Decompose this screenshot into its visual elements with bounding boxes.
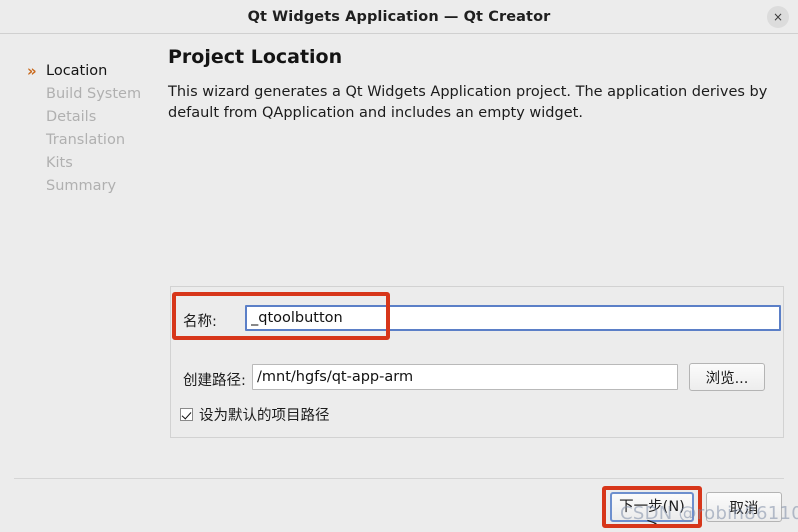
sidebar-item-kits[interactable]: Kits	[0, 152, 168, 175]
name-field-label: 名称:	[183, 314, 217, 330]
chevron-right-icon: »	[27, 62, 37, 80]
page-title: Project Location	[168, 46, 343, 68]
sidebar-item-summary[interactable]: Summary	[0, 175, 168, 198]
footer-separator	[14, 478, 784, 479]
next-button[interactable]: 下一步(N) >	[610, 492, 694, 532]
sidebar-item-label: Details	[46, 109, 97, 125]
sidebar-item-location[interactable]: » Location	[0, 60, 168, 83]
close-icon[interactable]: ×	[767, 6, 789, 28]
wizard-step-sidebar: » Location Build System Details Translat…	[0, 34, 168, 532]
default-path-checkbox-label: 设为默认的项目路径	[199, 408, 330, 424]
project-name-input[interactable]	[245, 305, 781, 331]
default-path-checkbox[interactable]	[180, 408, 193, 421]
page-description: This wizard generates a Qt Widgets Appli…	[168, 84, 768, 121]
sidebar-item-label: Kits	[46, 155, 73, 171]
sidebar-item-translation[interactable]: Translation	[0, 129, 168, 152]
sidebar-item-build-system[interactable]: Build System	[0, 83, 168, 106]
cancel-button[interactable]: 取消	[706, 492, 782, 522]
sidebar-item-label: Summary	[46, 178, 117, 194]
sidebar-item-details[interactable]: Details	[0, 106, 168, 129]
title-bar: Qt Widgets Application — Qt Creator ×	[0, 0, 798, 34]
default-path-checkbox-row[interactable]: 设为默认的项目路径	[180, 404, 330, 425]
sidebar-item-label: Location	[46, 63, 108, 79]
sidebar-item-label: Translation	[46, 132, 126, 148]
browse-button[interactable]: 浏览...	[689, 363, 765, 391]
create-path-input[interactable]	[252, 364, 678, 390]
path-field-label: 创建路径:	[183, 373, 246, 389]
sidebar-item-label: Build System	[46, 86, 142, 102]
window-title: Qt Widgets Application — Qt Creator	[247, 9, 551, 25]
